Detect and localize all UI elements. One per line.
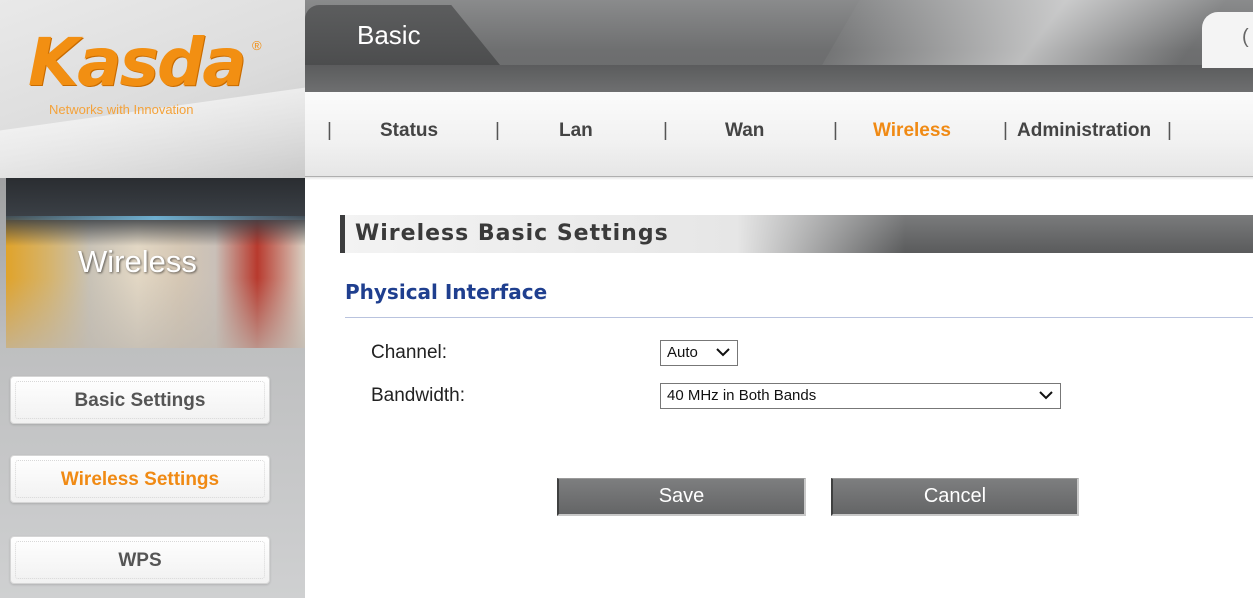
nav-separator: | [833,120,838,141]
subsection-divider [345,317,1253,318]
tab-advanced-partial-label[interactable]: ( [1242,26,1249,49]
channel-label: Channel: [371,342,448,363]
chevron-down-icon [716,348,730,357]
top-tab-bar: Basic ( [305,0,1253,92]
nav-separator: | [1167,120,1172,141]
brand-logo: Kasda [28,24,247,101]
bandwidth-select[interactable]: 40 MHz in Both Bands [660,383,1061,409]
save-button[interactable]: Save [557,478,806,516]
sidebar: Wireless Basic Settings Wireless Setting… [0,178,305,598]
nav-separator: | [1003,120,1008,141]
channel-select-value: Auto [667,344,698,361]
nav-separator: | [327,120,332,141]
subsection-title: Physical Interface [345,280,548,304]
cancel-button[interactable]: Cancel [831,478,1079,516]
nav-item-status[interactable]: Status [380,120,438,142]
content-header-bar: Wireless Basic Settings [340,215,1253,253]
button-dotted-border [15,460,265,498]
channel-select[interactable]: Auto [660,340,738,366]
chevron-down-icon [1039,391,1053,400]
section-banner-image: Wireless [6,178,305,348]
banner-glow [6,216,305,220]
brand-tagline: Networks with Innovation [49,102,194,117]
page-title: Wireless Basic Settings [355,221,669,246]
nav-separator: | [663,120,668,141]
router-admin-page: Kasda ® Networks with Innovation Wireles… [0,0,1253,598]
banner-fade [6,278,305,348]
nav-shadow [305,176,1253,180]
sidebar-item-wps[interactable]: WPS [10,536,270,584]
tab-basic-label[interactable]: Basic [357,20,421,51]
nav-item-wireless[interactable]: Wireless [873,120,951,142]
top-bar-strip [305,65,1253,92]
logo-area: Kasda ® Networks with Innovation [0,0,305,178]
nav-item-administration[interactable]: Administration [1017,120,1151,142]
sidebar-item-basic-settings[interactable]: Basic Settings [10,376,270,424]
button-dotted-border [15,381,265,419]
nav-separator: | [495,120,500,141]
sidebar-section-title: Wireless [78,244,197,279]
nav-item-lan[interactable]: Lan [559,120,593,142]
button-dotted-border [15,541,265,579]
main-nav: | Status | Lan | Wan | Wireless | Admini… [305,92,1253,180]
registered-mark: ® [252,38,262,53]
nav-item-wan[interactable]: Wan [725,120,764,142]
bandwidth-label: Bandwidth: [371,385,466,406]
bandwidth-select-value: 40 MHz in Both Bands [667,387,817,404]
sidebar-item-wireless-settings[interactable]: Wireless Settings [10,455,270,503]
